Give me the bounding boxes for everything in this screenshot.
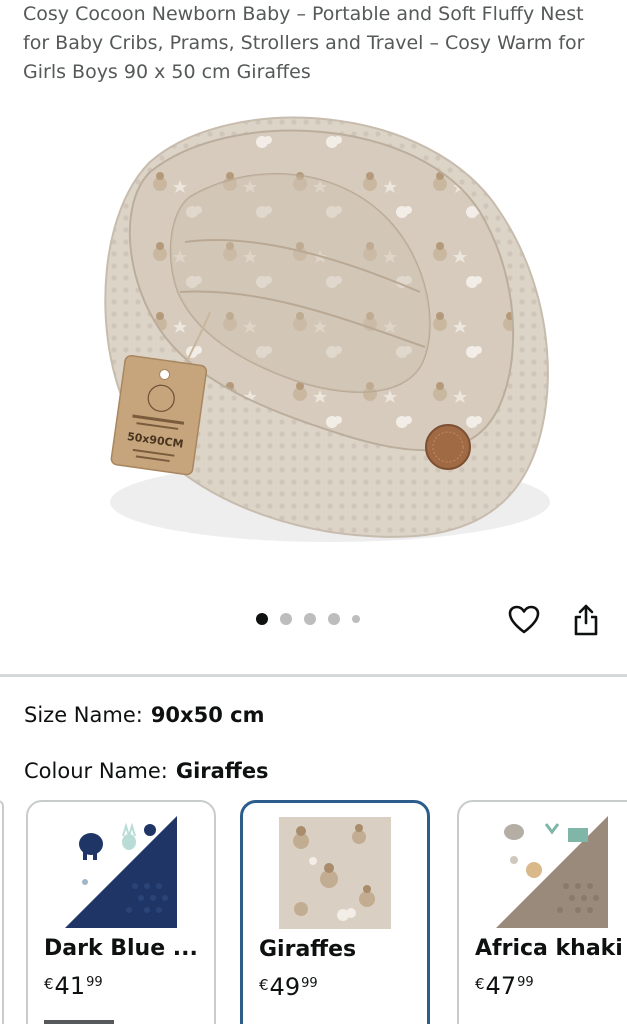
swatch-dark-blue[interactable]: Dark Blue ... €41 99 (26, 800, 216, 1024)
section-divider (0, 674, 627, 677)
colour-swatch-carousel[interactable]: Dark Blue ... €41 99 Giraffes € 49 99 Af… (0, 800, 627, 1024)
swatch-thumbnail (279, 817, 391, 929)
price-whole: 41 (54, 972, 86, 1000)
price-fraction: 99 (86, 975, 103, 990)
image-carousel-indicator[interactable] (256, 612, 360, 626)
carousel-dot-4[interactable] (328, 613, 340, 625)
heart-icon (508, 605, 540, 634)
scroll-indicator (44, 1020, 114, 1024)
carousel-dot-2[interactable] (280, 613, 292, 625)
price-currency: € (475, 975, 485, 993)
swatch-thumbnail (65, 816, 177, 928)
colour-label: Colour Name: (24, 759, 168, 783)
size-label: Size Name: (24, 703, 143, 727)
price-currency: € (44, 975, 54, 993)
carousel-dot-3[interactable] (304, 613, 316, 625)
swatch-africa-khaki[interactable]: Africa khaki €47 99 (457, 800, 627, 1024)
africa-khaki-fabric-thumbnail (496, 816, 608, 928)
swatch-name: Africa khaki (475, 936, 623, 961)
price-whole: 47 (485, 972, 517, 1000)
wishlist-button[interactable] (506, 602, 542, 638)
share-icon (574, 604, 598, 636)
colour-selection: Colour Name: Giraffes (24, 759, 269, 783)
price-currency: € (259, 976, 269, 994)
giraffe-fabric-thumbnail (279, 817, 391, 929)
baby-nest-illustration: 50x90CM (104, 116, 550, 542)
dark-blue-fabric-thumbnail (65, 816, 177, 928)
swatch-price: €49 99 (259, 973, 318, 1001)
carousel-dot-5[interactable] (352, 615, 360, 623)
carousel-dot-1[interactable] (256, 613, 268, 625)
share-button[interactable] (568, 602, 604, 638)
swatch-price: €41 99 (44, 972, 103, 1000)
swatch-partial-left[interactable] (0, 800, 4, 1024)
price-fraction: 99 (517, 975, 534, 990)
colour-value: Giraffes (175, 759, 269, 783)
size-value: 90x50 cm (150, 703, 265, 727)
swatch-thumbnail (496, 816, 608, 928)
price-whole: 49 (269, 973, 301, 1001)
swatch-price: €47 99 (475, 972, 534, 1000)
swatch-name: Giraffes (259, 937, 357, 962)
swatch-giraffes[interactable]: Giraffes €49 99 (240, 800, 430, 1024)
size-selection: Size Name: 90x50 cm (24, 703, 264, 727)
price-fraction: 99 (301, 976, 318, 991)
product-image[interactable]: 50x90CM (0, 92, 627, 582)
product-title: Cosy Cocoon Newborn Baby – Portable and … (23, 3, 585, 83)
swatch-name: Dark Blue ... (44, 936, 198, 961)
